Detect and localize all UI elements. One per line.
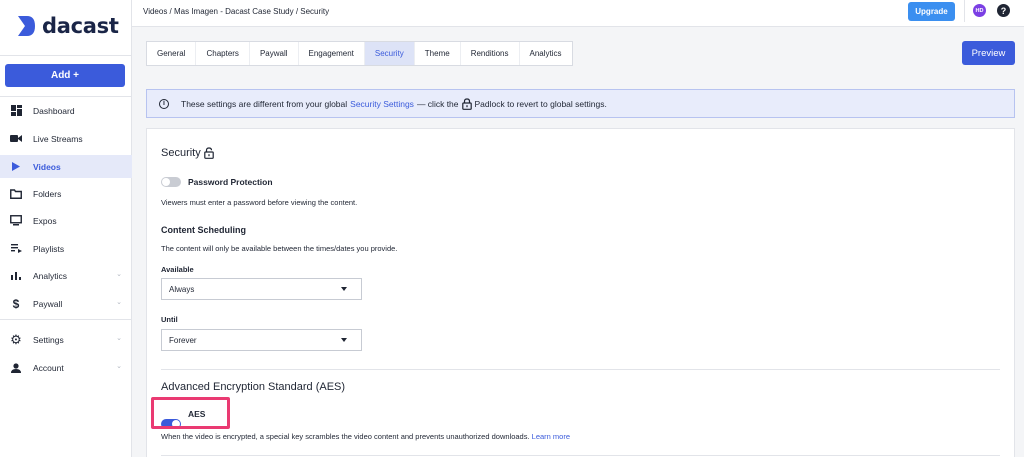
dashboard-icon (10, 105, 22, 117)
aes-description-text: When the video is encrypted, a special k… (161, 432, 530, 441)
password-protection-label: Password Protection (188, 177, 273, 187)
folder-icon (10, 188, 22, 200)
tab-renditions[interactable]: Renditions (461, 42, 520, 65)
avatar[interactable]: HD (973, 4, 986, 17)
person-icon (10, 362, 22, 374)
info-banner: i These settings are different from your… (146, 89, 1015, 118)
sidebar-divider (0, 319, 132, 320)
security-settings-link[interactable]: Security Settings (350, 99, 414, 109)
bar-chart-icon (10, 270, 22, 282)
caret-down-icon (341, 287, 347, 291)
tab-paywall[interactable]: Paywall (250, 42, 299, 65)
security-section-title: Security (161, 147, 214, 159)
aes-highlight-box (151, 397, 230, 429)
tab-bar: General Chapters Paywall Engagement Secu… (146, 41, 573, 66)
topbar: Videos / Mas Imagen - Dacast Case Study … (132, 0, 1024, 27)
sidebar-item-folders[interactable]: Folders (0, 182, 132, 205)
sidebar-item-settings[interactable]: ⚙ Settings ⌄ (0, 328, 132, 351)
available-label: Available (161, 265, 194, 274)
tab-engagement[interactable]: Engagement (299, 42, 365, 65)
available-select-value: Always (169, 284, 195, 294)
toggle-knob (162, 178, 170, 186)
sidebar-item-label: Playlists (33, 243, 65, 254)
sidebar-item-dashboard[interactable]: Dashboard (0, 99, 132, 122)
padlock-icon[interactable] (461, 97, 472, 110)
content-scheduling-description: The content will only be available betwe… (161, 244, 398, 253)
preview-button[interactable]: Preview (962, 41, 1015, 65)
breadcrumb[interactable]: Videos / Mas Imagen - Dacast Case Study … (143, 7, 329, 16)
security-card: Security Password Protection Viewers mus… (146, 128, 1015, 457)
sidebar-item-label: Videos (33, 161, 61, 172)
sidebar-item-label: Folders (33, 188, 62, 199)
sidebar-item-label: Live Streams (33, 133, 83, 144)
sidebar-item-label: Paywall (33, 298, 63, 309)
sidebar-item-label: Analytics (33, 270, 68, 281)
tab-security[interactable]: Security (364, 42, 415, 65)
play-icon (10, 161, 22, 173)
password-protection-toggle[interactable] (161, 177, 181, 187)
password-protection-description: Viewers must enter a password before vie… (161, 198, 358, 207)
upgrade-button[interactable]: Upgrade (908, 2, 955, 21)
sidebar-item-paywall[interactable]: $ Paywall ⌄ (0, 292, 132, 315)
info-icon: i (159, 98, 169, 109)
sidebar-item-playlists[interactable]: Playlists (0, 237, 132, 260)
sidebar: dacast Add + Dashboard Live Streams Vide… (0, 0, 132, 457)
sidebar-item-label: Expos (33, 215, 57, 226)
sidebar-item-label: Dashboard (33, 105, 75, 116)
banner-text-middle: — click the (416, 98, 459, 109)
playlist-icon (10, 243, 22, 255)
chevron-down-icon: ⌄ (116, 271, 122, 278)
dollar-icon: $ (12, 296, 20, 311)
gear-icon: ⚙ (10, 331, 22, 347)
add-button[interactable]: Add + (5, 64, 125, 87)
content-scheduling-title: Content Scheduling (161, 225, 246, 235)
sidebar-item-label: Settings (33, 334, 64, 345)
sidebar-item-videos[interactable]: Videos (0, 155, 132, 178)
tab-theme[interactable]: Theme (415, 42, 461, 65)
banner-text-after: Padlock to revert to global settings. (474, 98, 607, 109)
learn-more-link[interactable]: Learn more (532, 432, 570, 441)
sidebar-item-account[interactable]: Account ⌄ (0, 356, 132, 379)
dacast-logo[interactable]: dacast (16, 12, 119, 40)
until-label: Until (161, 315, 178, 324)
dacast-logo-mark-icon (18, 16, 35, 36)
camera-icon (10, 133, 22, 145)
security-title-text: Security (161, 147, 201, 159)
sidebar-item-live-streams[interactable]: Live Streams (0, 127, 132, 150)
tab-general[interactable]: General (147, 42, 197, 65)
aes-description: When the video is encrypted, a special k… (161, 432, 570, 441)
topbar-divider (964, 0, 965, 22)
tab-chapters[interactable]: Chapters (196, 42, 250, 65)
chevron-down-icon: ⌄ (116, 335, 122, 342)
chevron-down-icon: ⌄ (116, 363, 122, 370)
help-icon[interactable]: ? (997, 4, 1010, 17)
sidebar-divider (0, 96, 132, 97)
section-divider (161, 455, 1000, 456)
until-select-value: Forever (169, 335, 197, 345)
sidebar-divider (0, 55, 132, 56)
banner-text-before: These settings are different from your g… (181, 98, 348, 109)
chevron-down-icon: ⌄ (116, 299, 122, 306)
available-select[interactable]: Always (161, 278, 362, 300)
padlock-icon[interactable] (203, 147, 214, 159)
monitor-icon (10, 215, 22, 227)
sidebar-item-analytics[interactable]: Analytics ⌄ (0, 264, 132, 287)
tab-analytics[interactable]: Analytics (520, 42, 572, 65)
sidebar-item-expos[interactable]: Expos (0, 209, 132, 232)
logo-text: dacast (42, 14, 119, 38)
aes-section-title: Advanced Encryption Standard (AES) (161, 381, 346, 393)
until-select[interactable]: Forever (161, 329, 362, 351)
sidebar-item-label: Account (33, 362, 64, 373)
section-divider (161, 369, 1000, 370)
caret-down-icon (341, 338, 347, 342)
